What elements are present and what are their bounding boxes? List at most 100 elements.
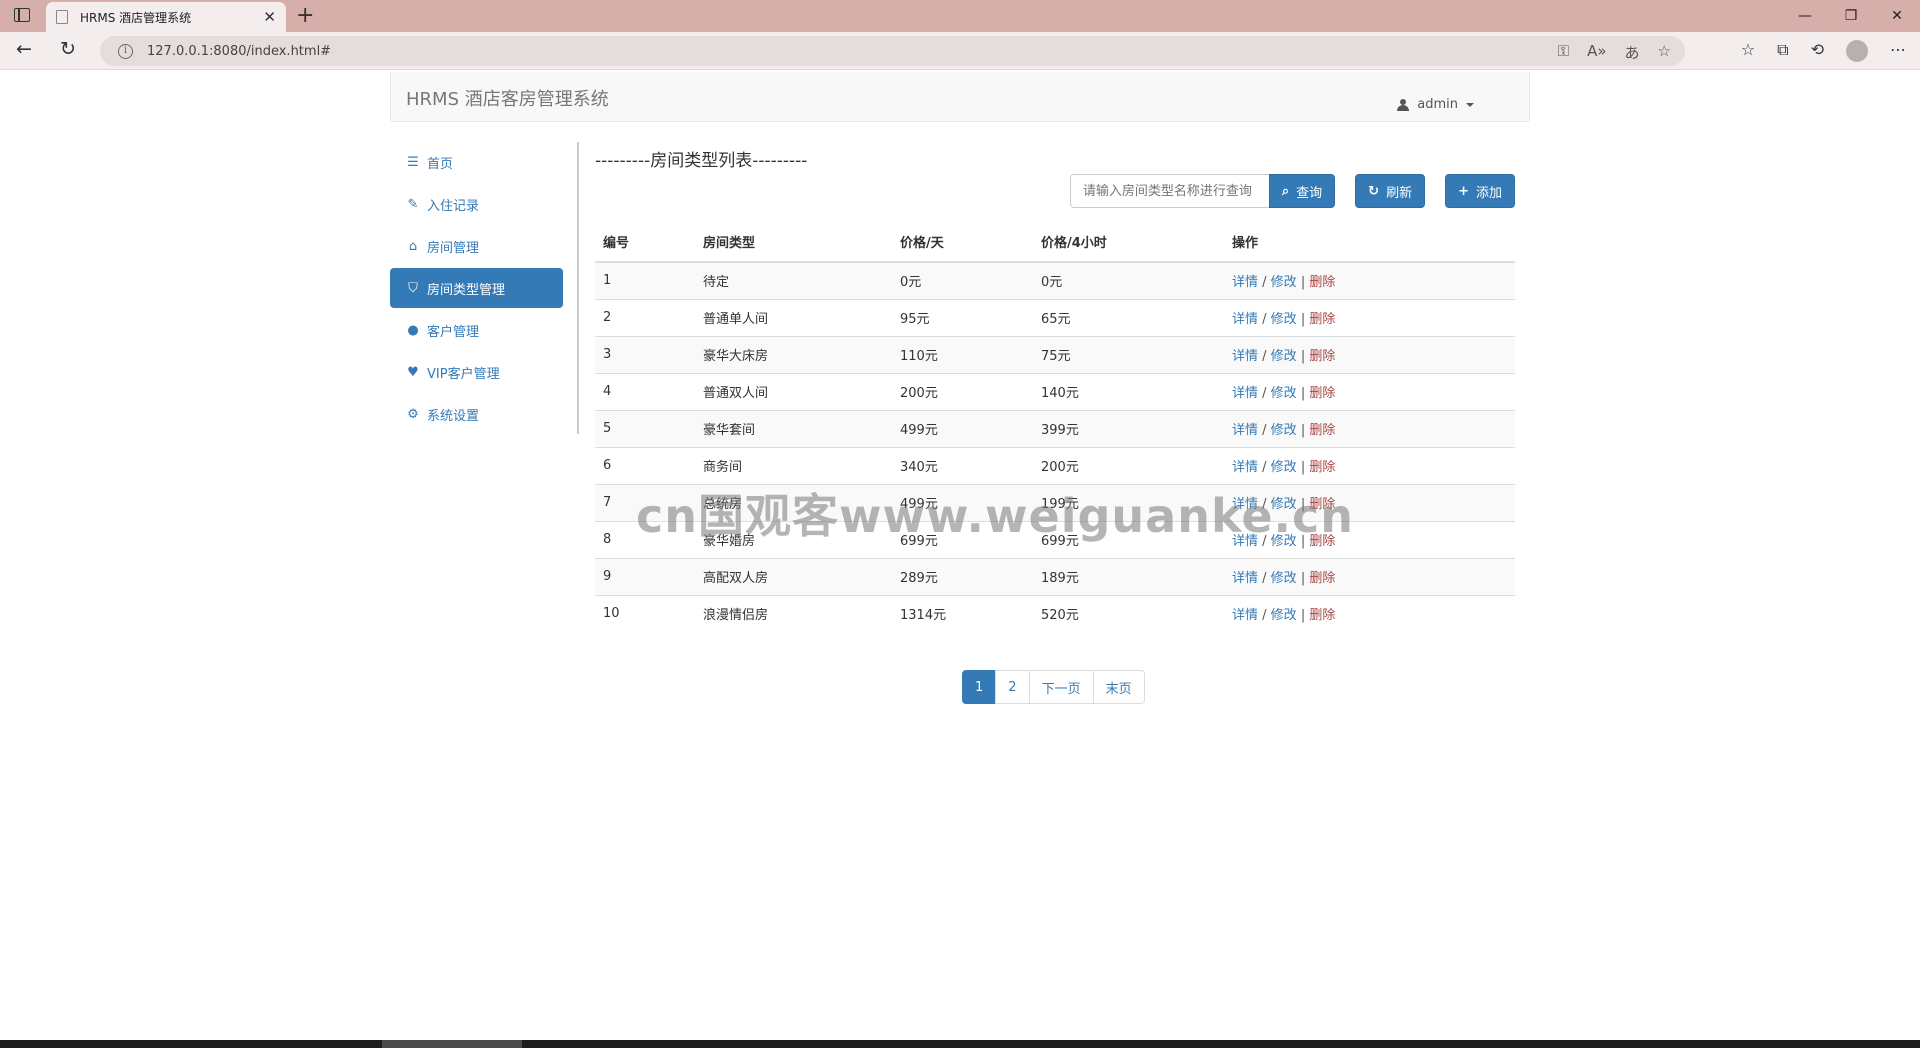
detail-link[interactable]: 详情: [1232, 386, 1258, 401]
cell-price-day: 110元: [892, 335, 1033, 373]
tab-close-icon[interactable]: ✕: [263, 8, 276, 26]
cell-id: 3: [595, 335, 695, 373]
sidebar-item-home[interactable]: ☰ 首页: [390, 142, 563, 182]
back-icon[interactable]: ←: [16, 38, 32, 60]
cell-room-type: 浪漫情侣房: [695, 594, 892, 632]
detail-link[interactable]: 详情: [1232, 423, 1258, 438]
separator: /: [1258, 497, 1271, 512]
detail-link[interactable]: 详情: [1232, 608, 1258, 623]
delete-link[interactable]: 删除: [1309, 275, 1335, 290]
separator: /: [1258, 571, 1271, 586]
page-2-button[interactable]: 2: [995, 670, 1030, 704]
edit-link[interactable]: 修改: [1271, 608, 1297, 623]
page-1-button[interactable]: 1: [962, 670, 997, 704]
taskbar: [0, 1040, 1920, 1048]
taskbar-item[interactable]: [382, 1040, 522, 1048]
add-button[interactable]: + 添加: [1445, 174, 1515, 208]
sidebar-item-label: 客户管理: [427, 324, 480, 340]
site-info-icon[interactable]: i: [118, 43, 133, 59]
translate-icon[interactable]: あ: [1625, 42, 1640, 63]
cell-price-4h: 189元: [1033, 557, 1224, 595]
query-button[interactable]: ⌕ 查询: [1268, 174, 1336, 208]
cell-actions: 详情 / 修改 | 删除: [1224, 409, 1515, 447]
url-text[interactable]: 127.0.0.1:8080/index.html#: [147, 44, 331, 59]
column-header-price-4h: 价格/4小时: [1033, 222, 1224, 263]
sidebar-item-room-management[interactable]: ⌂ 房间管理: [390, 226, 563, 266]
edit-link[interactable]: 修改: [1271, 349, 1297, 364]
sidebar-item-label: 系统设置: [427, 408, 480, 424]
more-menu-icon[interactable]: ⋯: [1890, 40, 1906, 62]
user-menu[interactable]: admin: [1397, 97, 1474, 112]
edit-link[interactable]: 修改: [1271, 423, 1297, 438]
home-icon: ⌂: [408, 238, 418, 254]
separator: |: [1296, 460, 1310, 475]
last-page-button[interactable]: 末页: [1092, 670, 1145, 704]
edit-link[interactable]: 修改: [1271, 571, 1297, 586]
sidebar-item-settings[interactable]: ⚙ 系统设置: [390, 394, 563, 434]
detail-link[interactable]: 详情: [1232, 275, 1258, 290]
delete-link[interactable]: 删除: [1309, 497, 1335, 512]
restore-icon[interactable]: ❐: [1828, 0, 1874, 32]
edit-link[interactable]: 修改: [1271, 312, 1297, 327]
profile-avatar[interactable]: [1846, 40, 1868, 62]
browser-tab[interactable]: HRMS 酒店管理系统 ✕: [46, 2, 286, 32]
edit-link[interactable]: 修改: [1271, 460, 1297, 475]
separator: |: [1296, 534, 1310, 549]
new-tab-button[interactable]: +: [296, 3, 314, 28]
detail-link[interactable]: 详情: [1232, 534, 1258, 549]
favorites-icon[interactable]: ☆: [1741, 40, 1755, 62]
column-header-id: 编号: [595, 222, 695, 263]
delete-link[interactable]: 删除: [1309, 571, 1335, 586]
cell-actions: 详情 / 修改 | 删除: [1224, 594, 1515, 632]
edit-link[interactable]: 修改: [1271, 497, 1297, 512]
delete-link[interactable]: 删除: [1309, 423, 1335, 438]
table-row: 7 总统房 499元 199元 详情 / 修改 | 删除: [595, 483, 1515, 521]
table-row: 10 浪漫情侣房 1314元 520元 详情 / 修改 | 删除: [595, 594, 1515, 632]
edit-link[interactable]: 修改: [1271, 386, 1297, 401]
delete-link[interactable]: 删除: [1309, 349, 1335, 364]
sidebar-item-customer-management[interactable]: ● 客户管理: [390, 310, 563, 350]
address-bar[interactable]: i 127.0.0.1:8080/index.html# ⚿ A» あ ☆: [100, 36, 1685, 66]
table-row: 4 普通双人间 200元 140元 详情 / 修改 | 删除: [595, 372, 1515, 410]
history-icon[interactable]: ⟲: [1811, 40, 1824, 62]
delete-link[interactable]: 删除: [1309, 608, 1335, 623]
detail-link[interactable]: 详情: [1232, 497, 1258, 512]
detail-link[interactable]: 详情: [1232, 460, 1258, 475]
edit-link[interactable]: 修改: [1271, 534, 1297, 549]
cell-price-day: 1314元: [892, 594, 1033, 632]
edit-link[interactable]: 修改: [1271, 275, 1297, 290]
minimize-icon[interactable]: —: [1782, 0, 1828, 32]
detail-link[interactable]: 详情: [1232, 349, 1258, 364]
detail-link[interactable]: 详情: [1232, 312, 1258, 327]
page-title: ---------房间类型列表---------: [595, 151, 808, 171]
delete-link[interactable]: 删除: [1309, 534, 1335, 549]
brand-title[interactable]: HRMS 酒店客房管理系统: [406, 85, 609, 111]
sidebar-item-checkin-records[interactable]: ✎ 入住记录: [390, 184, 563, 224]
detail-link[interactable]: 详情: [1232, 571, 1258, 586]
refresh-icon: ↻: [1368, 183, 1380, 199]
delete-link[interactable]: 删除: [1309, 312, 1335, 327]
read-aloud-icon[interactable]: A»: [1587, 42, 1606, 63]
next-page-button[interactable]: 下一页: [1028, 670, 1094, 704]
collections-icon[interactable]: ⧉: [1777, 40, 1788, 62]
tab-actions-icon[interactable]: [14, 8, 30, 22]
cell-price-day: 699元: [892, 520, 1033, 558]
close-icon[interactable]: ✕: [1874, 0, 1920, 32]
separator: /: [1258, 349, 1271, 364]
delete-link[interactable]: 删除: [1309, 460, 1335, 475]
cell-actions: 详情 / 修改 | 删除: [1224, 557, 1515, 595]
table-row: 9 高配双人房 289元 189元 详情 / 修改 | 删除: [595, 557, 1515, 595]
key-icon[interactable]: ⚿: [1558, 42, 1569, 63]
add-favorite-icon[interactable]: ☆: [1658, 42, 1671, 63]
column-header-price-day: 价格/天: [892, 222, 1033, 263]
delete-link[interactable]: 删除: [1309, 386, 1335, 401]
sidebar-item-room-type-management[interactable]: ⛉ 房间类型管理: [390, 268, 563, 308]
table-row: 1 待定 0元 0元 详情 / 修改 | 删除: [595, 261, 1515, 299]
separator: /: [1258, 275, 1271, 291]
refresh-button[interactable]: ↻ 刷新: [1355, 174, 1426, 208]
search-input[interactable]: [1069, 174, 1270, 208]
reload-icon[interactable]: ↻: [60, 38, 76, 60]
plus-icon: +: [1458, 183, 1469, 199]
sidebar-item-vip-management[interactable]: ♥ VIP客户管理: [390, 352, 563, 392]
cell-actions: 详情 / 修改 | 删除: [1224, 483, 1515, 521]
